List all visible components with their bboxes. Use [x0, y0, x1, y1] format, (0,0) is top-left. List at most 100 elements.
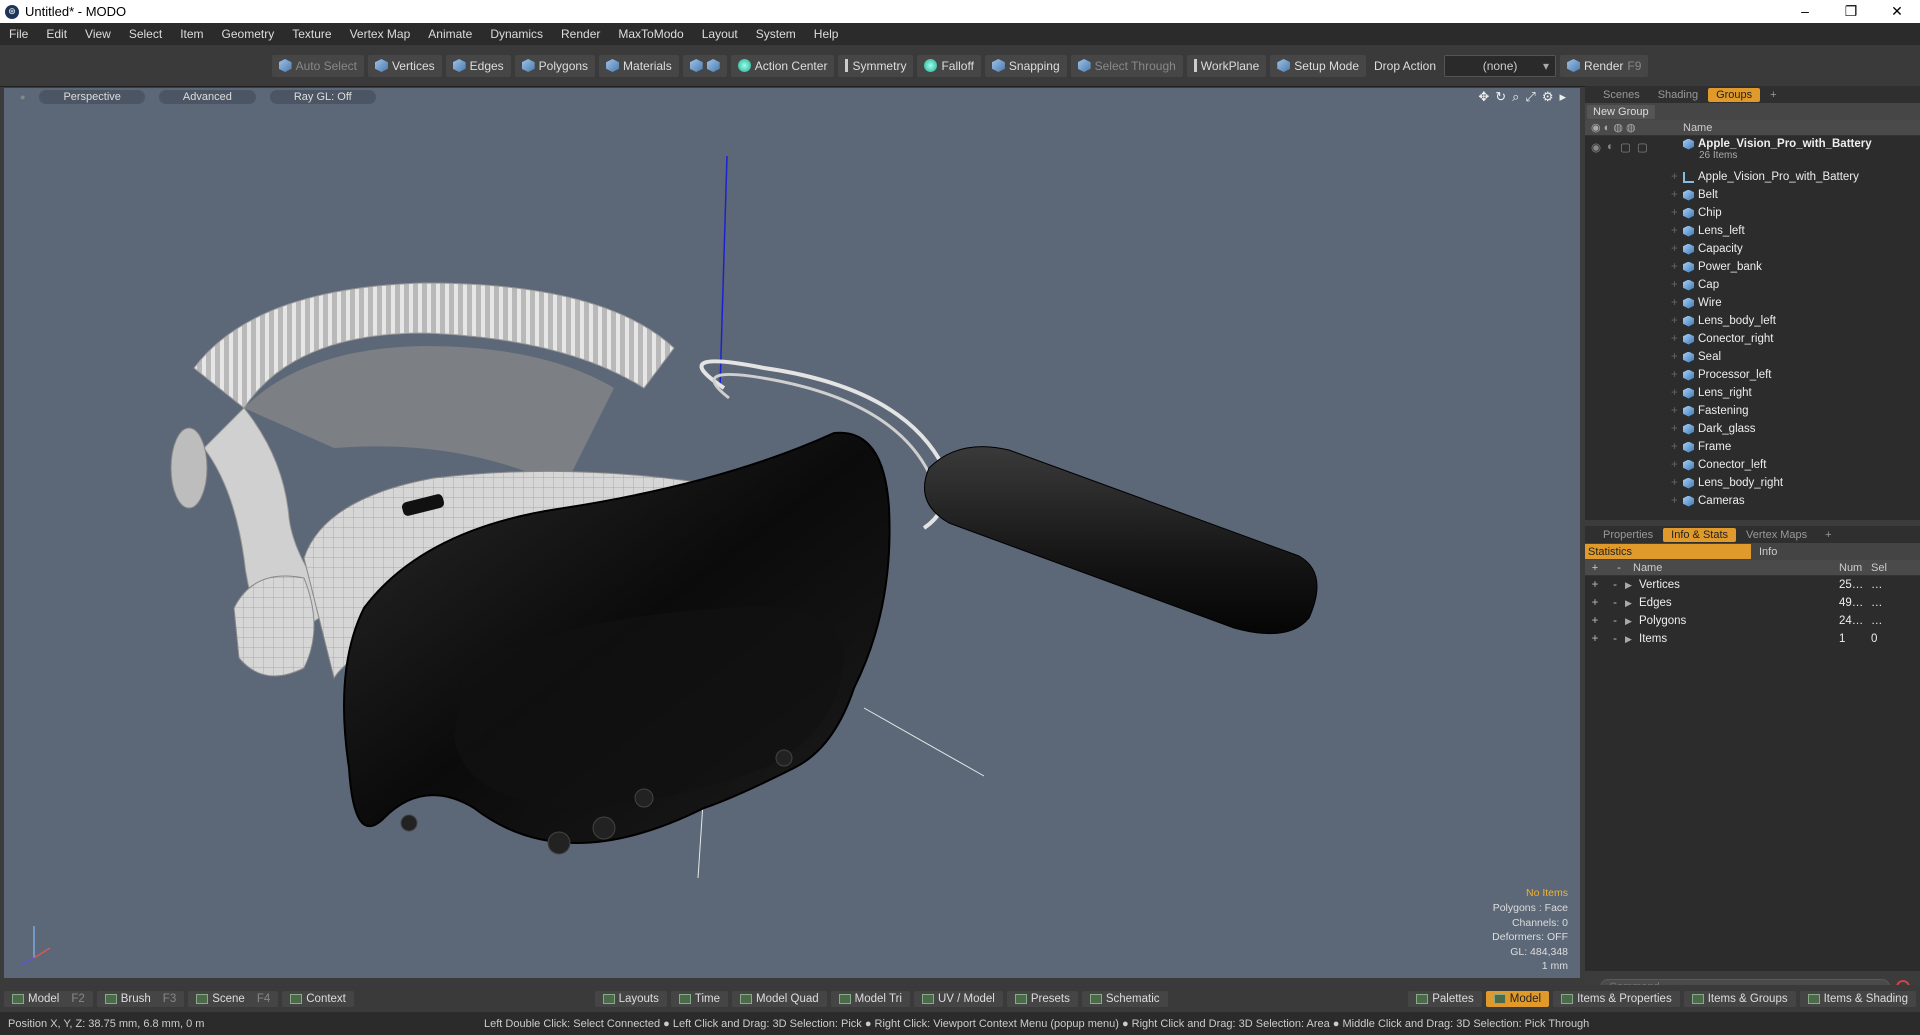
tree-expand-icon[interactable]: + — [1671, 495, 1678, 507]
settings-gear-icon[interactable]: ⚙ — [1542, 89, 1554, 105]
row-expand-icon[interactable]: + — [1585, 633, 1605, 645]
select-box-icon[interactable]: ▢ — [1620, 140, 1631, 154]
tree-expand-icon[interactable]: + — [1671, 387, 1678, 399]
add-tab-icon-2[interactable]: + — [1817, 528, 1839, 542]
menu-render[interactable]: Render — [552, 27, 609, 41]
item-visibility-cols[interactable]: + — [1585, 366, 1683, 384]
menu-view[interactable]: View — [76, 27, 120, 41]
tab-info-stats[interactable]: Info & Stats — [1663, 527, 1737, 542]
group-item-row[interactable]: + Dark_glass — [1585, 420, 1920, 438]
stats-row[interactable]: + - ▶ Edges 49…… — [1585, 594, 1920, 612]
tree-expand-icon[interactable]: + — [1671, 297, 1678, 309]
group-item-row[interactable]: + Lens_body_left — [1585, 312, 1920, 330]
group-item-row[interactable]: + Belt — [1585, 186, 1920, 204]
maximize-icon[interactable]: ⤢ — [1525, 89, 1535, 105]
visibility-toggles[interactable]: ◉ ◐ ▢ ▢ — [1585, 138, 1683, 156]
group-item-row[interactable]: + Lens_body_right — [1585, 474, 1920, 492]
menu-vertex-map[interactable]: Vertex Map — [341, 27, 420, 41]
tree-expand-icon[interactable]: + — [1671, 243, 1678, 255]
item-visibility-cols[interactable]: + — [1585, 420, 1683, 438]
groups-list[interactable]: ◉ ◐ ▢ ▢ Apple_Vision_Pro_with_Battery 26 It… — [1585, 136, 1920, 520]
workplane-button[interactable]: WorkPlane — [1186, 54, 1267, 77]
polygons-button[interactable]: Polygons — [514, 54, 596, 77]
item-visibility-cols[interactable]: + — [1585, 240, 1683, 258]
item-visibility-cols[interactable]: + — [1585, 258, 1683, 276]
auto-select-button[interactable]: Auto Select — [271, 54, 364, 77]
rotate-icon[interactable]: ↻ — [1495, 89, 1506, 105]
perspective-button[interactable]: Perspective — [39, 90, 145, 104]
item-visibility-cols[interactable]: + — [1585, 456, 1683, 474]
info-tab[interactable]: Info — [1751, 546, 1777, 558]
layout-button[interactable]: Brush F3 — [96, 990, 185, 1007]
minimize-button[interactable]: – — [1782, 3, 1828, 20]
add-tab-icon[interactable]: + — [1762, 88, 1784, 102]
item-visibility-cols[interactable]: + — [1585, 492, 1683, 510]
layout-button[interactable]: Items & Groups — [1683, 990, 1796, 1007]
render-box-icon[interactable]: ▢ — [1637, 140, 1648, 154]
tree-expand-icon[interactable]: + — [1671, 459, 1678, 471]
stats-list[interactable]: + - ▶ Vertices 25…… + - ▶ Edges 49…… + - ▶ Polygons 24… — [1585, 576, 1920, 971]
pan-icon[interactable]: ✥ — [1478, 89, 1489, 105]
menu-select[interactable]: Select — [120, 27, 171, 41]
expand-arrow-icon[interactable]: ▸ — [1559, 89, 1566, 105]
menu-item[interactable]: Item — [171, 27, 212, 41]
materials-button[interactable]: Materials — [599, 54, 679, 77]
item-visibility-cols[interactable]: + — [1585, 330, 1683, 348]
falloff-button[interactable]: Falloff — [917, 54, 981, 77]
collapse-all-icon[interactable]: - — [1605, 562, 1633, 574]
item-visibility-cols[interactable]: + — [1585, 276, 1683, 294]
select-through-button[interactable]: Select Through — [1070, 54, 1183, 77]
row-disclosure-icon[interactable]: ▶ — [1625, 580, 1639, 591]
restore-button[interactable]: ❐ — [1828, 3, 1874, 20]
stats-row[interactable]: + - ▶ Vertices 25…… — [1585, 576, 1920, 594]
snapping-button[interactable]: Snapping — [984, 54, 1067, 77]
menu-file[interactable]: File — [0, 27, 37, 41]
group-item-row[interactable]: + Seal — [1585, 348, 1920, 366]
stats-row[interactable]: + - ▶ Items 1 0 — [1585, 630, 1920, 648]
action-center-button[interactable]: Action Center — [730, 54, 835, 77]
menu-texture[interactable]: Texture — [283, 27, 340, 41]
drop-action-select[interactable]: (none) — [1444, 54, 1557, 77]
item-visibility-cols[interactable]: + — [1585, 474, 1683, 492]
group-item-row[interactable]: + Capacity — [1585, 240, 1920, 258]
lock-icon[interactable]: ◐ — [1607, 141, 1614, 153]
3d-viewport[interactable]: ● Perspective Advanced Ray GL: Off ✥ ↻ ⌕… — [4, 88, 1580, 978]
group-item-row[interactable]: + Apple_Vision_Pro_with_Battery — [1585, 168, 1920, 186]
raygl-button[interactable]: Ray GL: Off — [269, 90, 376, 104]
group-item-row[interactable]: + Wire — [1585, 294, 1920, 312]
stats-name-header[interactable]: Name — [1633, 562, 1839, 574]
menu-help[interactable]: Help — [805, 27, 848, 41]
name-column-header[interactable]: Name — [1683, 122, 1712, 134]
menu-geometry[interactable]: Geometry — [213, 27, 284, 41]
row-disclosure-icon[interactable]: ▶ — [1625, 598, 1639, 609]
tree-expand-icon[interactable]: + — [1671, 423, 1678, 435]
tree-expand-icon[interactable]: + — [1671, 405, 1678, 417]
item-visibility-cols[interactable]: + — [1585, 384, 1683, 402]
render-button[interactable]: Render F9 — [1560, 54, 1649, 77]
viewport-scene[interactable] — [4, 88, 1580, 978]
item-visibility-cols[interactable]: + — [1585, 402, 1683, 420]
close-button[interactable]: ✕ — [1874, 3, 1920, 20]
tab-scenes[interactable]: Scenes — [1595, 88, 1648, 102]
advanced-button[interactable]: Advanced — [158, 90, 256, 104]
setup-mode-button[interactable]: Setup Mode — [1270, 54, 1366, 77]
tree-expand-icon[interactable]: + — [1671, 189, 1678, 201]
tree-expand-icon[interactable]: + — [1671, 369, 1678, 381]
item-visibility-cols[interactable]: + — [1585, 312, 1683, 330]
group-item-row[interactable]: + Conector_left — [1585, 456, 1920, 474]
row-disclosure-icon[interactable]: ▶ — [1625, 616, 1639, 627]
group-item-row[interactable]: + Cameras — [1585, 492, 1920, 510]
layout-button[interactable]: Model Quad — [732, 990, 827, 1007]
tree-expand-icon[interactable]: + — [1671, 225, 1678, 237]
item-visibility-cols[interactable]: + — [1585, 222, 1683, 240]
menu-layout[interactable]: Layout — [693, 27, 747, 41]
group-item-row[interactable]: + Fastening — [1585, 402, 1920, 420]
layout-button[interactable]: Items & Shading — [1799, 990, 1916, 1007]
layout-button[interactable]: Layouts — [594, 990, 667, 1007]
menu-dynamics[interactable]: Dynamics — [481, 27, 552, 41]
group-item-row[interactable]: + Cap — [1585, 276, 1920, 294]
row-collapse-icon[interactable]: - — [1605, 615, 1625, 627]
layout-button[interactable]: Schematic — [1081, 990, 1168, 1007]
menu-system[interactable]: System — [747, 27, 805, 41]
stats-sel-header[interactable]: Sel — [1871, 562, 1887, 574]
